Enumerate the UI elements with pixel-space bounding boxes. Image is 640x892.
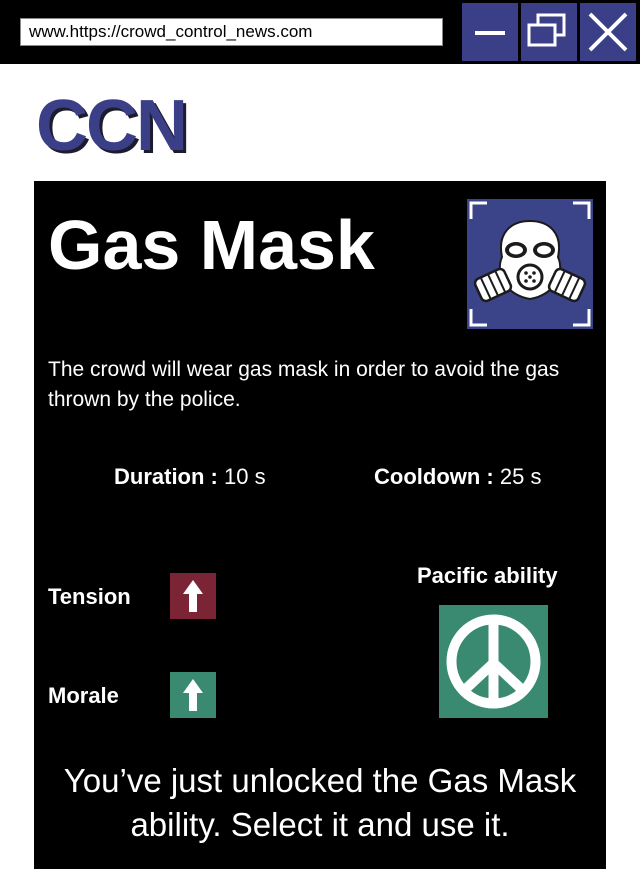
morale-up-indicator (170, 672, 216, 718)
unlock-message: You’ve just unlocked the Gas Mask abilit… (63, 762, 577, 843)
close-icon (588, 12, 628, 52)
peace-icon (439, 605, 548, 718)
address-bar[interactable]: www.https://crowd_control_news.com (20, 18, 443, 46)
close-button[interactable] (580, 3, 636, 61)
ability-title: Gas Mask (48, 206, 375, 284)
ability-description: The crowd will wear gas mask in order to… (48, 358, 560, 411)
minimize-button[interactable] (462, 3, 518, 61)
restore-icon (527, 13, 566, 47)
ability-card: Gas Mask The crowd will wear gas mask in… (34, 181, 606, 869)
duration-value: 10 s (224, 464, 266, 489)
site-logo[interactable]: CCN (36, 88, 188, 164)
arrow-up-icon (183, 580, 203, 612)
cooldown-stat: Cooldown : 25 s (374, 463, 541, 491)
gas-mask-icon (467, 199, 593, 329)
tension-up-indicator (170, 573, 216, 619)
cooldown-value: 25 s (499, 464, 542, 489)
cooldown-label: Cooldown : (374, 464, 494, 489)
tension-label: Tension (48, 584, 131, 609)
duration-label: Duration : (114, 464, 218, 489)
ability-type-label: Pacific ability (417, 563, 558, 588)
minimize-icon (475, 31, 505, 35)
duration-stat: Duration : 10 s (114, 463, 266, 491)
morale-label: Morale (48, 683, 119, 708)
browser-title-bar: www.https://crowd_control_news.com (0, 0, 640, 64)
arrow-up-icon (183, 679, 203, 711)
maximize-button[interactable] (521, 3, 577, 61)
